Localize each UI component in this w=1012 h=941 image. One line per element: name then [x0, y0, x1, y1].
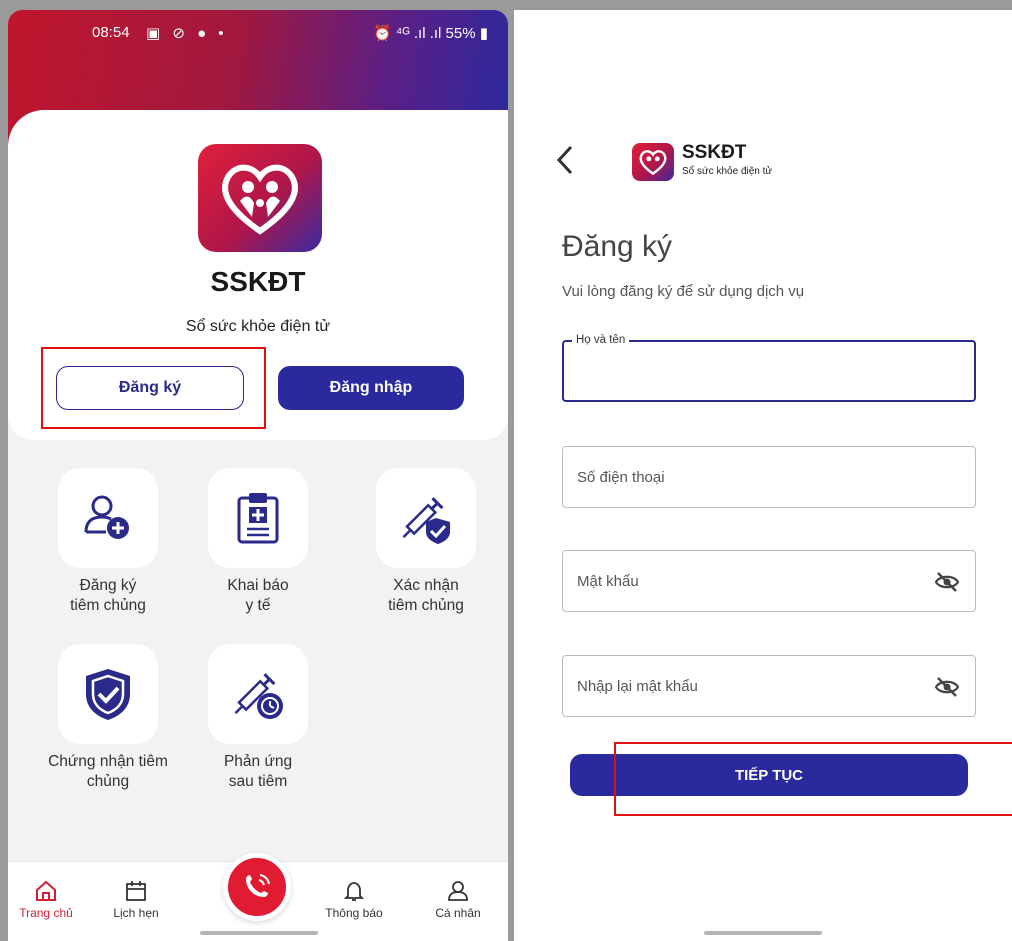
home-screen: 08:54 ▣ ⊘ ● • ⏰ ⁴ᴳ .ıl .ıl 55% ▮ SSKĐT S…	[8, 10, 508, 941]
tile-label: Chứng nhận tiêm chủng	[48, 753, 168, 790]
nav-profile-label: Cá nhân	[435, 906, 481, 920]
nav-profile[interactable]: Cá nhân	[418, 880, 498, 920]
user-icon	[448, 881, 468, 901]
fullname-field[interactable]: Họ và tên	[562, 334, 976, 402]
vaccine-clock-icon	[208, 644, 308, 744]
page-title: Đăng ký	[562, 230, 673, 263]
app-logo-icon	[632, 143, 674, 181]
vaccine-shield-icon	[376, 468, 476, 568]
highlight-box	[614, 742, 1012, 816]
back-button[interactable]	[556, 145, 574, 180]
tile-label: Xác nhận tiêm chủng	[388, 577, 464, 614]
nav-notifications[interactable]: Thông báo	[314, 880, 394, 920]
hotline-call-button[interactable]	[223, 853, 291, 921]
nav-appointments-label: Lịch hẹn	[113, 906, 159, 920]
app-subtitle: Sổ sức khỏe điện tử	[185, 318, 331, 335]
phone-placeholder: Số điện thoại	[577, 469, 665, 486]
eye-off-icon[interactable]	[934, 572, 960, 597]
nav-notifications-label: Thông báo	[325, 906, 383, 920]
nav-appointments[interactable]: Lịch hẹn	[96, 880, 176, 920]
chevron-left-icon	[556, 145, 573, 175]
status-bar: 08:54 ▣ ⊘ ● • ⏰ ⁴ᴳ .ıl .ıl 55% ▮	[8, 24, 508, 48]
status-notification-icons: ▣ ⊘ ● •	[146, 25, 228, 42]
register-screen: SSKĐT Sổ sức khỏe điện tử Đăng ký Vui lò…	[514, 10, 1012, 941]
app-name: SSKĐT	[210, 266, 306, 297]
app-name: SSKĐT	[682, 142, 747, 163]
app-logo-icon	[198, 144, 322, 252]
medical-clipboard-icon	[208, 468, 308, 568]
fullname-label: Họ và tên	[572, 334, 630, 346]
tile-label: Phản ứng sau tiêm	[223, 753, 293, 790]
login-button[interactable]: Đăng nhập	[278, 366, 464, 410]
password-field[interactable]: Mật khẩu	[562, 550, 976, 612]
tile-vaccination-confirm[interactable]: Xác nhận tiêm chủng	[346, 468, 506, 616]
shield-check-icon	[58, 644, 158, 744]
phone-field[interactable]: Số điện thoại	[562, 446, 976, 508]
tile-label: Đăng ký tiêm chủng	[70, 577, 146, 614]
tile-vaccination-certificate[interactable]: Chứng nhận tiêm chủng	[28, 644, 188, 792]
confirm-password-field[interactable]: Nhập lại mật khẩu	[562, 655, 976, 717]
eye-off-icon[interactable]	[934, 677, 960, 702]
tile-vaccination-register[interactable]: Đăng ký tiêm chủng	[28, 468, 188, 616]
highlight-box	[41, 347, 266, 429]
home-icon	[36, 880, 56, 901]
app-subtitle: Sổ sức khỏe điện tử	[682, 166, 773, 177]
status-system-icons: ⏰ ⁴ᴳ .ıl .ıl 55% ▮	[372, 25, 488, 42]
confirm-password-placeholder: Nhập lại mật khẩu	[577, 678, 698, 695]
calendar-icon	[126, 881, 146, 901]
nav-home-label: Trang chủ	[19, 906, 73, 920]
nav-home[interactable]: Trang chủ	[8, 880, 86, 920]
home-indicator	[704, 931, 822, 935]
password-placeholder: Mật khẩu	[577, 573, 639, 590]
bell-icon	[343, 882, 365, 901]
tile-health-declaration[interactable]: Khai báo y tế	[178, 468, 338, 616]
page-subtitle: Vui lòng đăng ký để sử dụng dịch vụ	[562, 283, 805, 300]
add-user-icon	[58, 468, 158, 568]
tile-post-vaccine-reaction[interactable]: Phản ứng sau tiêm	[178, 644, 338, 792]
home-indicator	[200, 931, 318, 935]
status-time: 08:54	[92, 24, 130, 41]
tile-label: Khai báo y tế	[227, 577, 289, 614]
phone-call-icon	[246, 874, 270, 897]
